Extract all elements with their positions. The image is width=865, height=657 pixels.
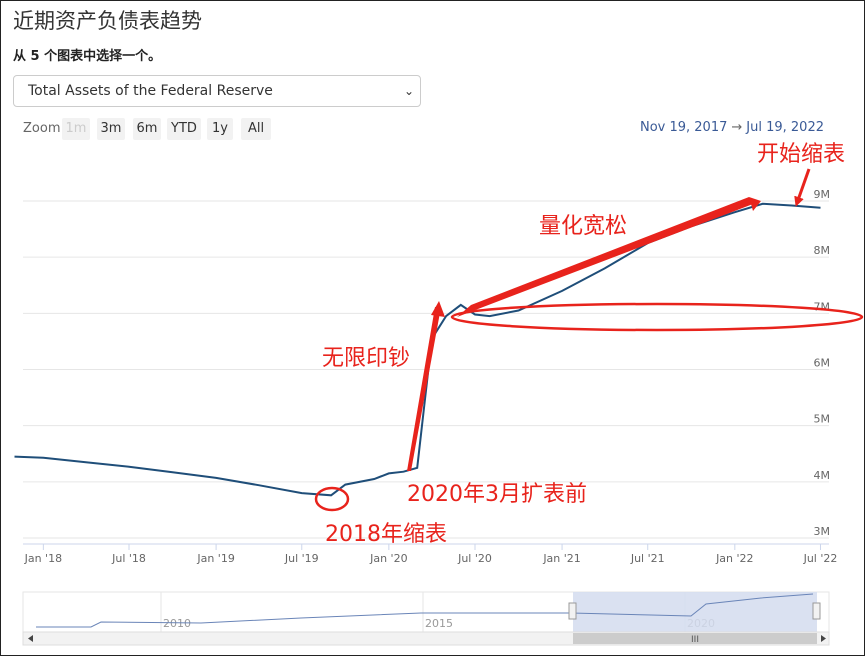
y-tick-label: 5M bbox=[814, 413, 831, 426]
annotation-arrow bbox=[794, 168, 811, 207]
x-tick-label: Jan '22 bbox=[715, 552, 753, 565]
annotation-ellipse-plateau bbox=[450, 302, 864, 332]
annotation-pre-expansion: 2020年3月扩表前 bbox=[407, 482, 587, 507]
annotation-qt-2018: 2018年缩表 bbox=[325, 522, 447, 547]
navigator-selection[interactable] bbox=[573, 592, 817, 632]
navigator-handle-left[interactable] bbox=[568, 602, 577, 620]
x-tick-label: Jul '22 bbox=[803, 552, 838, 565]
y-tick-label: 6M bbox=[814, 357, 831, 370]
annotation-qe: 量化宽松 bbox=[539, 214, 627, 239]
x-tick-label: Jan '18 bbox=[24, 552, 62, 565]
navigator-handle-right[interactable] bbox=[812, 602, 821, 620]
y-tick-label: 9M bbox=[814, 188, 831, 201]
balance-sheet-chart: Jan '18 Jul '18 Jan '19 Jul '19 Jan '20 Jul '… bbox=[14, 142, 864, 646]
x-tick-label: Jul '18 bbox=[111, 552, 146, 565]
x-tick-label: Jul '21 bbox=[630, 552, 665, 565]
x-tick-label: Jan '21 bbox=[542, 552, 580, 565]
annotation-arrow bbox=[407, 307, 441, 471]
navigator-tick: 2015 bbox=[425, 617, 453, 630]
navigator[interactable]: 2010 2015 2020 III bbox=[22, 591, 830, 646]
annotation-circle-2018 bbox=[314, 486, 350, 512]
x-tick-label: Jul '20 bbox=[457, 552, 492, 565]
y-tick-label: 4M bbox=[814, 469, 831, 482]
annotation-layer: 开始缩表 量化宽松 无限印钞 2020年3月扩表前 2018年缩表 bbox=[314, 142, 864, 547]
annotation-unlimited-printing: 无限印钞 bbox=[322, 346, 410, 371]
y-tick-label: 7M bbox=[814, 300, 831, 313]
scrollbar-grip-icon: III bbox=[691, 635, 699, 645]
series-line bbox=[14, 202, 821, 497]
y-tick-label: 8M bbox=[814, 244, 831, 257]
x-tick-label: Jul '19 bbox=[284, 552, 319, 565]
x-tick-label: Jan '19 bbox=[196, 552, 234, 565]
annotation-start-qt: 开始缩表 bbox=[757, 142, 845, 167]
y-tick-label: 3M bbox=[814, 525, 831, 538]
x-tick-label: Jan '20 bbox=[369, 552, 407, 565]
navigator-tick: 2010 bbox=[163, 617, 191, 630]
annotation-arrowhead bbox=[431, 301, 445, 317]
